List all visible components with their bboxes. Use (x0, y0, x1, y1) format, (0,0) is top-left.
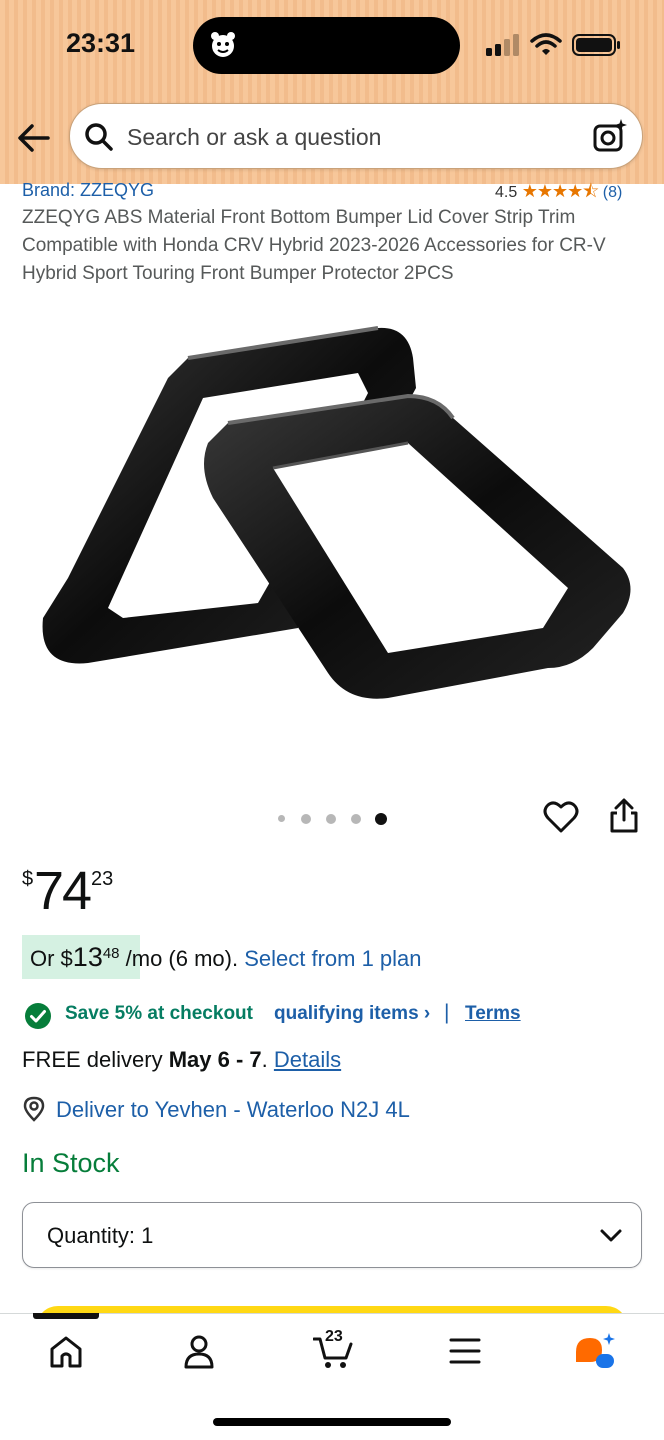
terms-link[interactable]: Terms (465, 1003, 521, 1025)
chevron-down-icon (600, 1229, 622, 1242)
price-fraction: 23 (91, 868, 114, 890)
menu-icon[interactable] (449, 1336, 481, 1366)
carousel-dot-active[interactable] (375, 813, 387, 825)
rating-count: (8) (602, 184, 623, 201)
monthly-whole: 13 (72, 942, 103, 972)
rating-stars-icon: ★★★★⯪ (521, 181, 600, 201)
price-whole: 74 (34, 861, 92, 921)
delivery-info: FREE delivery May 6 - 7. Details (22, 1047, 341, 1073)
delivery-prefix: FREE delivery (22, 1047, 169, 1072)
product-image[interactable] (28, 318, 636, 738)
back-arrow-icon[interactable] (16, 120, 52, 156)
rufus-assistant-icon[interactable] (574, 1332, 616, 1370)
heart-icon[interactable] (543, 800, 579, 834)
brand-link[interactable]: Brand: ZZEQYG (22, 180, 154, 201)
camera-lens-icon[interactable] (592, 118, 628, 154)
image-carousel-dots[interactable] (278, 810, 390, 826)
cellular-signal-icon (486, 34, 519, 56)
select-plan-link[interactable]: Select from 1 plan (244, 946, 421, 971)
monthly-prefix: Or $ (30, 946, 73, 971)
cart-count-badge: 23 (325, 1328, 343, 1345)
home-indicator (213, 1418, 451, 1426)
stock-status: In Stock (22, 1148, 120, 1178)
location-pin-icon (23, 1096, 45, 1122)
home-icon[interactable] (48, 1334, 84, 1370)
carousel-dot[interactable] (301, 814, 311, 824)
delivery-date: May 6 - 7 (168, 1047, 262, 1072)
dynamic-island (193, 17, 460, 74)
product-title: ZZEQYG ABS Material Front Bottom Bumper … (22, 207, 606, 284)
carousel-dot[interactable] (326, 814, 336, 824)
quantity-select[interactable]: Quantity: 1 (22, 1202, 642, 1268)
monthly-fraction: 48 (102, 945, 120, 962)
share-icon[interactable] (608, 798, 640, 834)
promo-separator: | (444, 1001, 450, 1024)
search-placeholder: Search or ask a question (127, 124, 382, 150)
qualifying-items-link[interactable]: qualifying items › (274, 1003, 430, 1025)
delivery-period: . (261, 1047, 274, 1072)
monthly-payment: Or $1348 /mo (6 mo). Select from 1 plan (30, 942, 422, 973)
search-bar[interactable]: Search or ask a question (69, 103, 643, 169)
check-circle-icon (25, 1003, 51, 1029)
monthly-suffix: /mo (6 mo). (119, 946, 245, 971)
app-activity-icon (211, 32, 235, 57)
search-icon (85, 123, 113, 151)
rating-value: 4.5 (495, 184, 518, 201)
carousel-dot[interactable] (278, 815, 285, 822)
status-time: 23:31 (66, 28, 136, 58)
delivery-details-link[interactable]: Details (274, 1047, 341, 1072)
quantity-label: Quantity: 1 (47, 1223, 154, 1248)
deliver-to-link[interactable]: Deliver to Yevhen - Waterloo N2J 4L (56, 1097, 410, 1123)
active-tab-indicator (33, 1313, 99, 1319)
account-icon[interactable] (184, 1334, 214, 1370)
carousel-dot[interactable] (351, 814, 361, 824)
save-promo-text: Save 5% at checkout (65, 1003, 253, 1024)
wifi-icon (530, 33, 562, 55)
app-header: 23:31 Search or ask a question (0, 0, 664, 184)
battery-icon (572, 34, 620, 56)
price-currency: $ (22, 868, 34, 890)
